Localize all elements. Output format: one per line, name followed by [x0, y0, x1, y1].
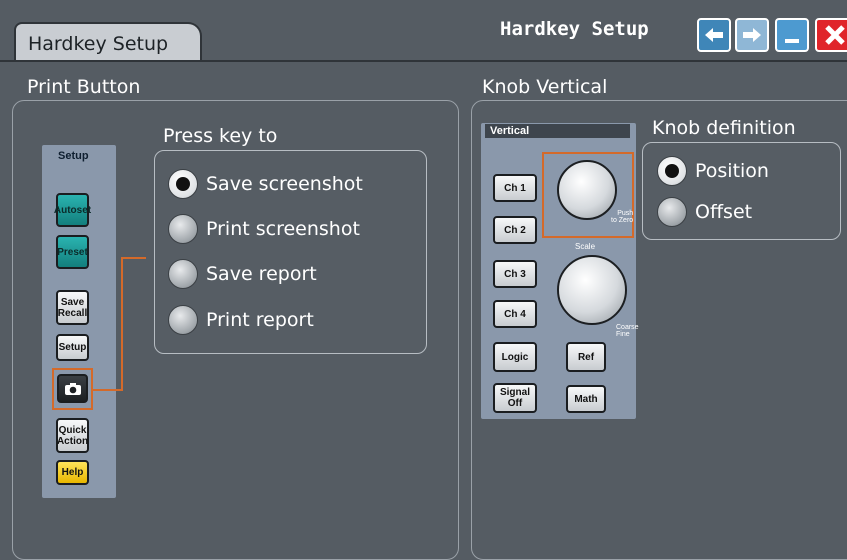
option-label: Offset: [695, 201, 753, 223]
preset-key: Preset: [56, 235, 89, 269]
autoset-key: Autoset: [54, 193, 91, 227]
camera-icon: [64, 382, 81, 395]
radio-selected-icon[interactable]: [657, 156, 687, 186]
connector-line: [92, 257, 146, 391]
option-label: Print screenshot: [206, 218, 360, 240]
option-save-report[interactable]: Save report: [168, 259, 317, 289]
ch1-key: Ch 1: [493, 174, 537, 202]
vertical-panel-header: Vertical: [490, 125, 530, 137]
ch2-key: Ch 2: [493, 216, 537, 244]
save-recall-key: Save Recall: [56, 290, 89, 325]
tab-divider: [0, 60, 847, 62]
option-position[interactable]: Position: [657, 156, 769, 186]
close-button[interactable]: [815, 18, 847, 52]
coarse-fine-label: Coarse Fine: [616, 324, 639, 338]
knob-vertical-group-title: Knob Vertical: [482, 76, 608, 98]
setup-key: Setup: [56, 334, 89, 361]
minimize-icon: [785, 39, 799, 43]
minimize-button[interactable]: [775, 18, 809, 52]
knob-definition-title: Knob definition: [652, 117, 796, 139]
scale-label: Scale: [575, 242, 596, 251]
undo-arrow-icon: [705, 28, 723, 42]
help-key: Help: [56, 460, 89, 485]
redo-arrow-icon: [743, 28, 761, 42]
print-button-group-title: Print Button: [27, 76, 141, 98]
option-print-report[interactable]: Print report: [168, 305, 314, 335]
ch3-key: Ch 3: [493, 260, 537, 288]
setup-panel-header: Setup: [58, 150, 89, 162]
radio-icon[interactable]: [168, 214, 198, 244]
radio-selected-icon[interactable]: [168, 169, 198, 199]
math-key: Math: [566, 385, 606, 413]
option-label: Save report: [206, 263, 317, 285]
ch4-key: Ch 4: [493, 300, 537, 328]
quick-action-key: Quick Action: [56, 418, 89, 453]
logic-key: Logic: [493, 342, 537, 372]
option-save-screenshot[interactable]: Save screenshot: [168, 169, 363, 199]
scale-knob: [557, 255, 627, 325]
option-offset[interactable]: Offset: [657, 197, 752, 227]
option-label: Print report: [206, 309, 314, 331]
ref-key: Ref: [566, 342, 606, 372]
radio-icon[interactable]: [657, 197, 687, 227]
option-label: Save screenshot: [206, 173, 363, 195]
radio-icon[interactable]: [168, 305, 198, 335]
press-key-title: Press key to: [163, 125, 278, 147]
option-print-screenshot[interactable]: Print screenshot: [168, 214, 360, 244]
print-key: [57, 374, 88, 403]
undo-button[interactable]: [697, 18, 731, 52]
tab-hardkey-setup[interactable]: Hardkey Setup: [14, 22, 202, 62]
redo-button[interactable]: [735, 18, 769, 52]
window-title: Hardkey Setup: [500, 18, 649, 40]
radio-icon[interactable]: [168, 259, 198, 289]
push-to-zero-label: Push to Zero: [611, 210, 634, 224]
signal-off-key: Signal Off: [493, 383, 537, 413]
option-label: Position: [695, 160, 769, 182]
position-knob: [557, 160, 617, 220]
close-icon: [825, 25, 845, 45]
